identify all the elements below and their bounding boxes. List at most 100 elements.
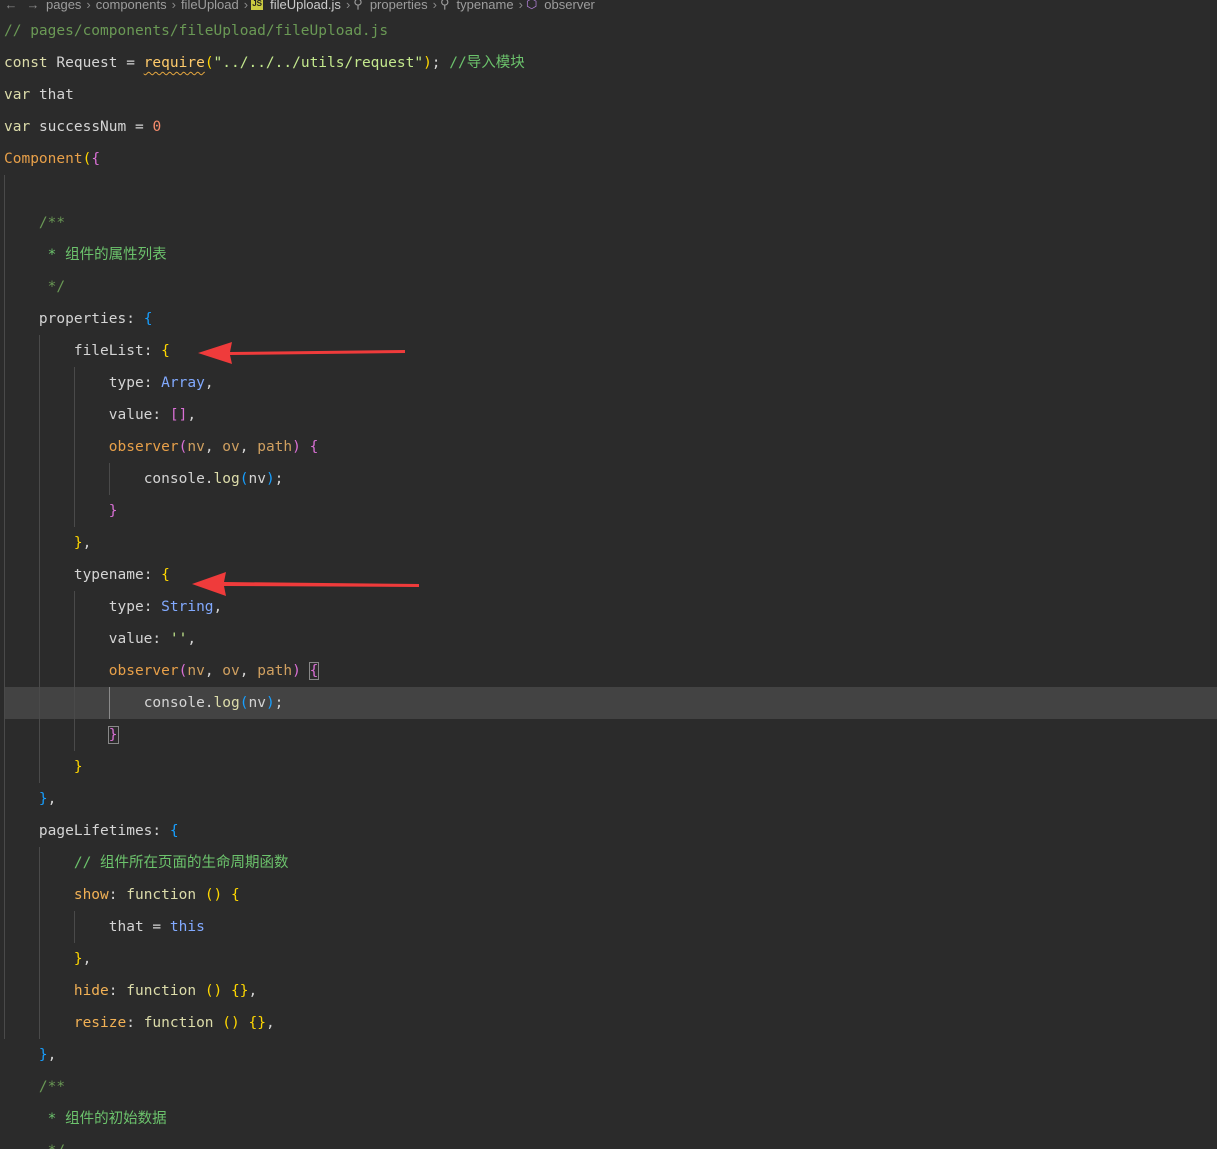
comma: ,: [82, 951, 92, 967]
comma: ,: [47, 791, 57, 807]
parameter: path: [257, 439, 293, 455]
arrow-left-icon[interactable]: ←: [0, 0, 22, 12]
parameter: ov: [222, 439, 240, 455]
code-line-25: },: [4, 783, 525, 815]
code-line-36: */: [4, 1135, 525, 1149]
bracket: {: [169, 823, 179, 839]
breadcrumb-item-file[interactable]: fileUpload.js: [268, 0, 343, 12]
property-key: hide: [73, 983, 109, 999]
wrench-icon: ⚲: [353, 0, 363, 11]
file-path-comment: // pages/components/fileUpload/fileUploa…: [4, 23, 389, 39]
js-file-icon: JS: [251, 0, 264, 10]
code-line-20: value: '',: [4, 623, 525, 655]
comma: ,: [204, 439, 223, 455]
keyword: this: [169, 919, 205, 935]
bracket: {: [231, 887, 240, 903]
keyword: function: [126, 983, 197, 999]
bracket: {}: [248, 1015, 266, 1031]
code-line-10: properties: {: [4, 303, 525, 335]
doc-comment: * 组件的初始数据: [47, 1111, 167, 1127]
colon: :: [108, 887, 118, 903]
bracket: (): [204, 983, 223, 999]
operator: =: [134, 119, 144, 135]
property-key: value: [108, 407, 153, 423]
code-line-35: * 组件的初始数据: [4, 1103, 525, 1135]
bracket: ): [292, 439, 301, 455]
bracket: }: [73, 535, 83, 551]
function-name: Component: [4, 151, 83, 167]
chevron-right-icon: ›: [243, 0, 249, 12]
doc-comment: /**: [38, 1079, 66, 1095]
parameter: ov: [222, 663, 240, 679]
red-arrow-icon: [192, 572, 419, 596]
matched-bracket: }: [107, 726, 119, 744]
string-literal: '': [169, 631, 188, 647]
code-line-22: console.log(nv);: [4, 687, 525, 719]
code-line-30: },: [4, 943, 525, 975]
keyword: function: [126, 887, 197, 903]
doc-comment: /**: [38, 215, 66, 231]
breadcrumb-item-pages[interactable]: pages: [44, 0, 83, 12]
identifier: nv: [248, 471, 266, 487]
bracket: {: [143, 311, 153, 327]
method-name: observer: [108, 439, 179, 455]
bracket: }: [73, 759, 83, 775]
keyword: const: [4, 55, 48, 71]
identifier: Request: [56, 55, 118, 71]
identifier: console: [143, 695, 205, 711]
colon: :: [143, 599, 153, 615]
comma: ,: [47, 1047, 57, 1063]
breadcrumb-item-components[interactable]: components: [94, 0, 169, 12]
comma: ,: [265, 1015, 275, 1031]
chevron-right-icon: ›: [518, 0, 523, 12]
comma: ,: [239, 663, 258, 679]
identifier: that: [108, 919, 144, 935]
colon: :: [143, 375, 153, 391]
code-line-17: },: [4, 527, 525, 559]
operator: =: [126, 55, 135, 71]
keyword: var: [4, 119, 31, 135]
code-line-29: that = this: [4, 911, 525, 943]
dot: .: [204, 471, 214, 487]
doc-comment: * 组件的属性列表: [47, 247, 167, 263]
bracket: ): [423, 55, 432, 71]
code-line-26: pageLifetimes: {: [4, 815, 525, 847]
breadcrumb-item-typename[interactable]: typename: [455, 0, 516, 12]
code-line-9: */: [4, 271, 525, 303]
doc-comment: */: [47, 279, 66, 295]
bracket: (): [222, 1015, 240, 1031]
keyword: var: [4, 87, 31, 103]
type-name: String: [161, 599, 214, 615]
breadcrumb-item-observer[interactable]: observer: [542, 0, 597, 12]
property-key: pageLifetimes: [38, 823, 153, 839]
code-line-2: const Request = require("../../../utils/…: [4, 47, 525, 79]
string-literal: "../../../utils/request": [213, 55, 424, 71]
cube-icon: ⬡: [525, 0, 538, 11]
code-line-8: * 组件的属性列表: [4, 239, 525, 271]
array-literal: []: [169, 407, 188, 423]
matched-bracket: {: [308, 662, 320, 680]
semicolon: ;: [274, 695, 284, 711]
bracket: ): [265, 695, 275, 711]
colon: :: [126, 1015, 135, 1031]
arrow-right-icon[interactable]: →: [22, 0, 44, 12]
bracket: ): [265, 471, 275, 487]
comma: ,: [204, 663, 223, 679]
bracket: (: [82, 151, 92, 167]
semicolon: ;: [431, 55, 441, 71]
colon: :: [152, 823, 162, 839]
code-line-23: }: [4, 719, 525, 751]
code-line-7: /**: [4, 207, 525, 239]
bracket: }: [73, 951, 83, 967]
code-line-28: show: function () {: [4, 879, 525, 911]
identifier: that: [38, 87, 74, 103]
chevron-right-icon: ›: [86, 0, 91, 12]
comma: ,: [82, 535, 92, 551]
breadcrumb-item-fileupload-folder[interactable]: fileUpload: [179, 0, 241, 12]
property-key: fileList: [73, 343, 144, 359]
breadcrumb-item-properties[interactable]: properties: [368, 0, 430, 12]
code-line-14: observer(nv, ov, path) {: [4, 431, 525, 463]
bracket: {: [161, 567, 170, 583]
chevron-right-icon: ›: [171, 0, 176, 12]
